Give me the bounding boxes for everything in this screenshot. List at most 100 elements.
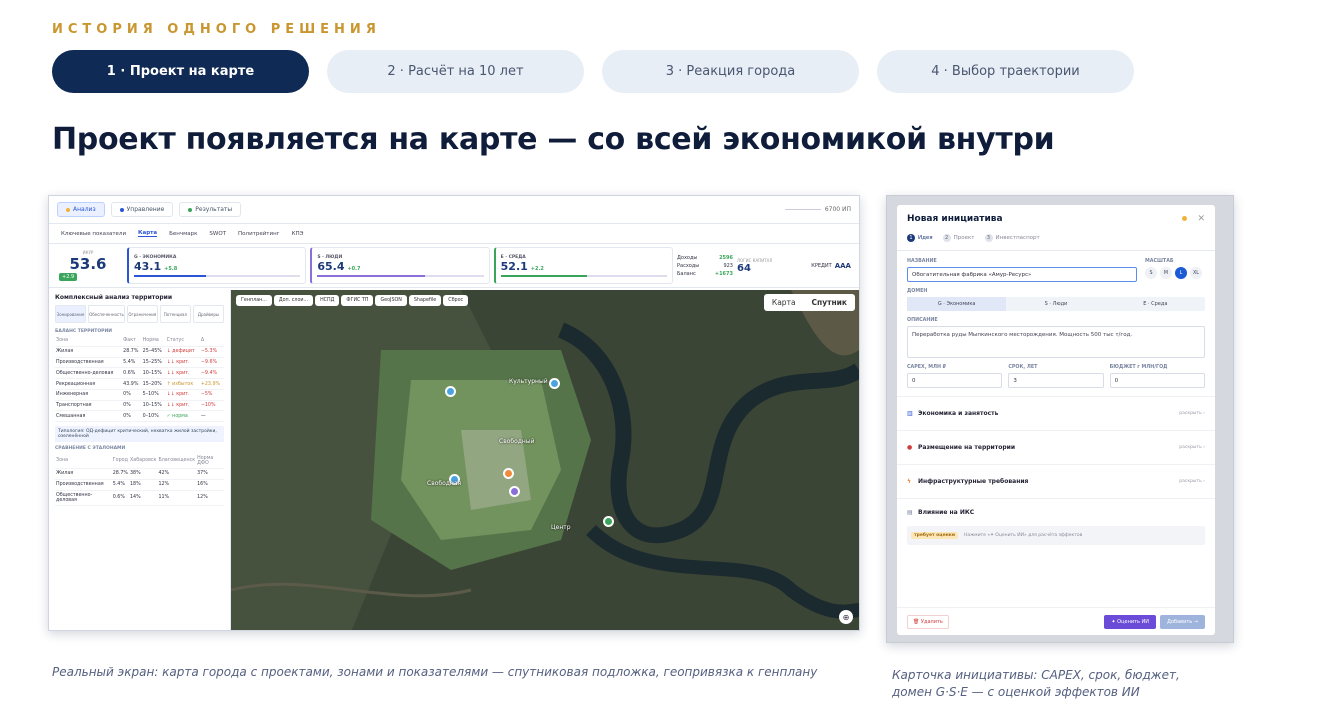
cell: 38% bbox=[129, 471, 141, 477]
project-pin[interactable] bbox=[509, 486, 520, 497]
modal-step-project[interactable]: 2 Проект bbox=[942, 234, 975, 242]
satellite-map[interactable]: Генплан... Доп. слои... НСПД ФГИС ТП Geo… bbox=[231, 290, 859, 630]
kpi-card-environment[interactable]: E · СРЕДА 52.1 +2.2 bbox=[493, 247, 673, 284]
subtab-map[interactable]: Карта bbox=[138, 230, 158, 237]
evaluate-ai-button[interactable]: ✦ Оценить ИИ bbox=[1104, 614, 1157, 629]
step-tab-4[interactable]: 4 · Выбор траектории bbox=[877, 50, 1134, 93]
subtab-kpi[interactable]: КПЭ bbox=[292, 231, 304, 237]
add-button[interactable]: Добавить → bbox=[1160, 614, 1205, 629]
compare-table: Зона Город Хабаровск Благовещенск Норма … bbox=[55, 453, 224, 506]
table-row[interactable]: Производственная 5.4% 18% 12% 16% bbox=[55, 479, 224, 491]
scale-m[interactable]: M bbox=[1160, 267, 1172, 279]
scale-s[interactable]: S bbox=[1145, 267, 1157, 279]
domain-economy[interactable]: G · Экономика bbox=[907, 297, 1007, 311]
step-label: Идея bbox=[918, 235, 933, 241]
capex-input[interactable]: 0 bbox=[907, 373, 1003, 388]
mode-drivers[interactable]: Драйверы bbox=[192, 305, 224, 323]
kpi-card-bar bbox=[134, 274, 301, 277]
expand-link[interactable]: раскрыть › bbox=[1179, 479, 1205, 484]
table-row[interactable]: Инженерная 0% 5–10% ↓↓ крит. −5% bbox=[55, 389, 224, 401]
modal-step-passport[interactable]: 3 Инвестпаспорт bbox=[984, 234, 1040, 242]
modal-step-idea[interactable]: 1 Идея bbox=[907, 234, 933, 242]
mode-limits[interactable]: Ограничения bbox=[126, 305, 158, 323]
fin-label: Баланс bbox=[676, 270, 696, 277]
step-label: Инвестпаспорт bbox=[995, 235, 1040, 241]
section-placement[interactable]: ● Размещение на территории раскрыть › bbox=[897, 430, 1215, 464]
name-input[interactable]: Обогатительная фабрика «Амур-Ресурс» bbox=[907, 267, 1137, 282]
initiative-modal: Новая инициатива ✕ 1 Идея 2 Проект 3 Инвест… bbox=[897, 205, 1215, 635]
project-pin[interactable] bbox=[503, 468, 514, 479]
section-title: Инфраструктурные требования bbox=[918, 478, 1029, 485]
scale-l[interactable]: L bbox=[1175, 267, 1187, 279]
tool-nspd[interactable]: НСПД bbox=[315, 295, 340, 306]
kpi-card-bar bbox=[500, 274, 667, 277]
tool-layers[interactable]: Доп. слои... bbox=[273, 295, 314, 306]
col-header: Благовещенск bbox=[158, 458, 196, 464]
mode-potential[interactable]: Потенциал bbox=[159, 305, 191, 323]
delete-button[interactable]: 🗑 Удалить bbox=[907, 614, 949, 629]
tab-analysis[interactable]: Анализ bbox=[57, 202, 105, 217]
section-economy[interactable]: ▥ Экономика и занятость раскрыть › bbox=[897, 396, 1215, 430]
table-row[interactable]: Транспортная 0% 10–15% ↓↓ крит. −10% bbox=[55, 400, 224, 411]
cell: ↓↓ крит. bbox=[166, 359, 190, 365]
map-imagery bbox=[231, 290, 859, 630]
kpi-capital: ЛОГИС КАПИТАЛ 64 bbox=[737, 247, 793, 284]
mode-provision[interactable]: Обеспеченность bbox=[88, 305, 125, 323]
tab-management[interactable]: Управление bbox=[110, 202, 174, 217]
tool-shapefile[interactable]: Shapefile bbox=[408, 295, 442, 306]
scale-label: МАСШТАБ bbox=[1145, 259, 1174, 264]
term-input[interactable]: 3 bbox=[1008, 373, 1104, 388]
step-tab-3[interactable]: 3 · Реакция города bbox=[602, 50, 859, 93]
subtab-polit[interactable]: Политрейтинг bbox=[238, 231, 280, 237]
mode-zoning[interactable]: Зонирование bbox=[55, 305, 87, 323]
scale-xl[interactable]: XL bbox=[1190, 267, 1202, 279]
tool-genplan[interactable]: Генплан... bbox=[236, 295, 272, 306]
map-mode-satellite[interactable]: Спутник bbox=[804, 294, 855, 311]
map-mode-map[interactable]: Карта bbox=[764, 294, 804, 311]
cell: Жилая bbox=[56, 349, 74, 355]
tool-reset[interactable]: Сброс bbox=[443, 295, 469, 306]
table-row[interactable]: Общественно-деловая 0.6% 14% 11% 12% bbox=[55, 490, 224, 506]
table-row[interactable]: Общественно-деловая 0.6% 10–15% ↓↓ крит. −9.… bbox=[55, 368, 224, 379]
fin-label: Доходы bbox=[676, 254, 698, 261]
tab-results[interactable]: Результаты bbox=[179, 202, 242, 217]
section-infrastructure[interactable]: ϟ Инфраструктурные требования раскрыть › bbox=[897, 464, 1215, 498]
expand-link[interactable]: раскрыть › bbox=[1179, 445, 1205, 450]
step-tab-1[interactable]: 1 · Проект на карте bbox=[52, 50, 309, 93]
project-pin[interactable] bbox=[549, 378, 560, 389]
kpi-strip: ИКУР 53.6 +2.9 G · ЭКОНОМИКА 43.1 +5.8 S … bbox=[49, 244, 859, 288]
project-pin[interactable] bbox=[445, 386, 456, 397]
cell: 0% bbox=[123, 403, 131, 409]
cell: ↓ дефицит bbox=[166, 349, 195, 355]
impact-icon: ▤ bbox=[907, 509, 913, 516]
tool-fgis[interactable]: ФГИС ТП bbox=[341, 295, 374, 306]
tool-geojson[interactable]: GeoJSON bbox=[375, 295, 407, 306]
cell: 28.7% bbox=[123, 349, 139, 355]
fin-value: +1673 bbox=[714, 270, 733, 277]
step-tab-2[interactable]: 2 · Расчёт на 10 лет bbox=[327, 50, 584, 93]
cell: 0.6% bbox=[123, 370, 136, 376]
table-row[interactable]: Производственная 5.4% 15–25% ↓↓ крит. −9.6% bbox=[55, 357, 224, 368]
cell: 5.4% bbox=[123, 359, 136, 365]
table-row[interactable]: Смешанная 0% 0–10% ✓ норма — bbox=[55, 411, 224, 422]
subtab-swot[interactable]: SWOT bbox=[209, 231, 226, 237]
budget-input[interactable]: 0 bbox=[1109, 373, 1205, 388]
subtab-key-indicators[interactable]: Ключевые показатели bbox=[61, 231, 126, 237]
cell: 5–10% bbox=[142, 392, 159, 398]
locate-icon[interactable]: ⊕ bbox=[839, 610, 853, 624]
expand-link[interactable]: раскрыть › bbox=[1179, 411, 1205, 416]
close-icon[interactable]: ✕ bbox=[1197, 214, 1205, 224]
cell: 5.4% bbox=[112, 482, 125, 488]
table-row[interactable]: Рекреационная 43.9% 15–20% ↑ избыток +23.9% bbox=[55, 379, 224, 390]
kpi-card-people[interactable]: S · ЛЮДИ 65.4 +0.7 bbox=[310, 247, 490, 284]
table-row[interactable]: Жилая 28.7% 25–45% ↓ дефицит −5.3% bbox=[55, 346, 224, 358]
description-textarea[interactable]: Переработка руды Мыпкинского месторожден… bbox=[907, 326, 1205, 358]
place-label: Свободный bbox=[499, 438, 535, 445]
kpi-card-economy[interactable]: G · ЭКОНОМИКА 43.1 +5.8 bbox=[127, 247, 307, 284]
domain-people[interactable]: S · Люди bbox=[1006, 297, 1105, 311]
table-row[interactable]: Жилая 28.7% 38% 42% 37% bbox=[55, 469, 224, 480]
domain-environment[interactable]: E · Среда bbox=[1106, 297, 1205, 311]
project-pin[interactable] bbox=[603, 516, 614, 527]
subtab-benchmark[interactable]: Бенчмарк bbox=[169, 231, 197, 237]
theme-icon[interactable] bbox=[1182, 216, 1188, 221]
